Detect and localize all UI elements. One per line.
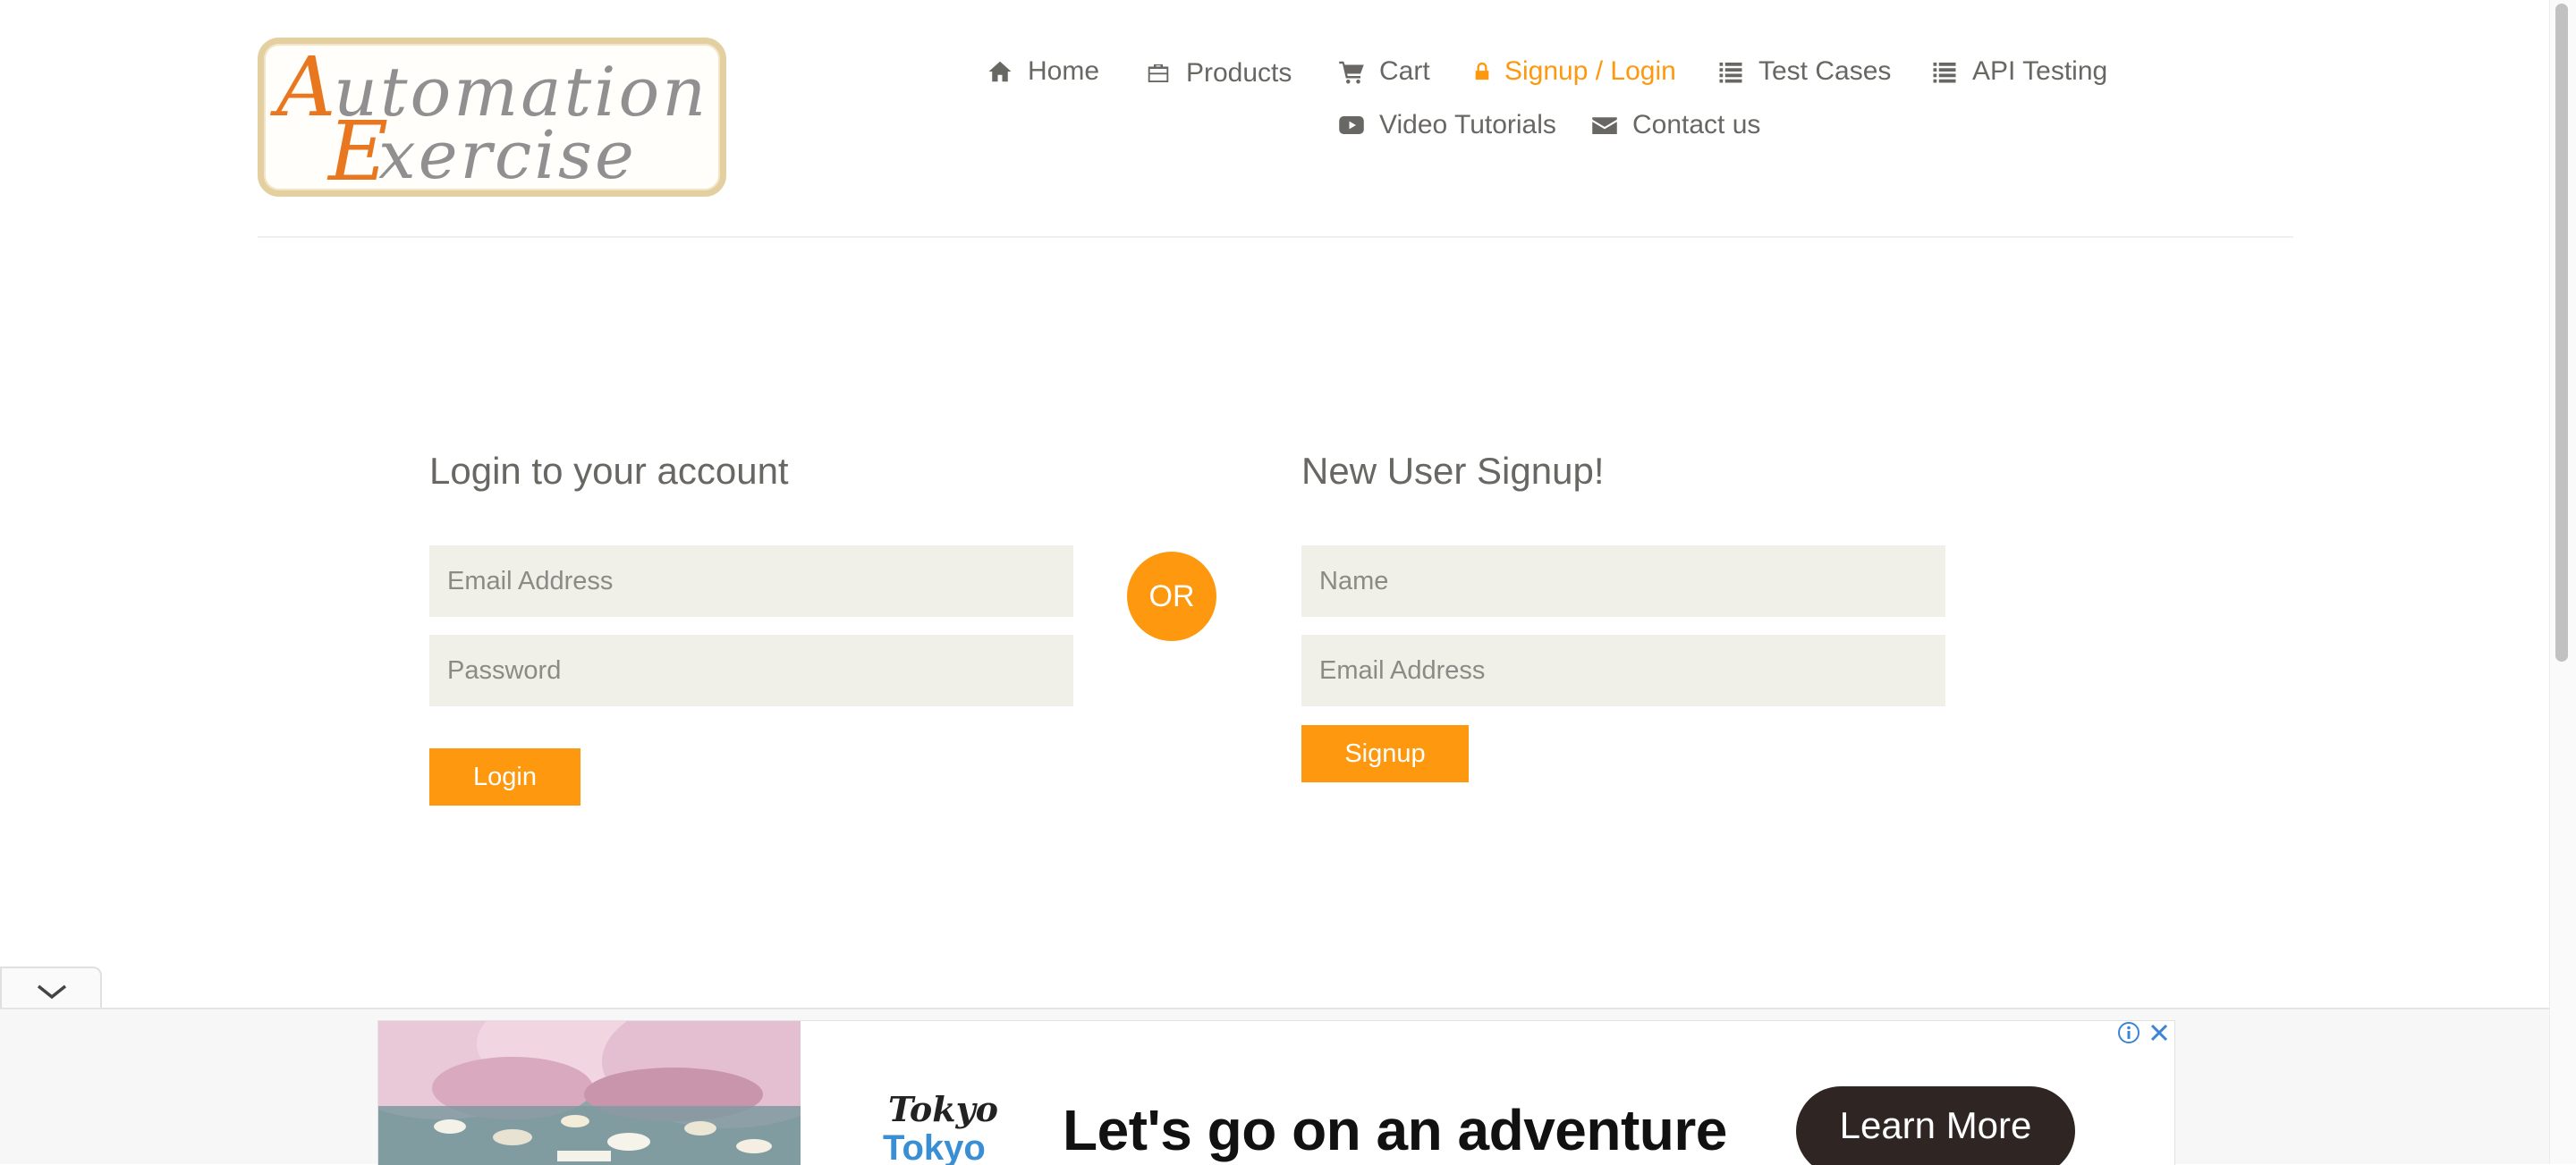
nav-cart-label: Cart (1379, 56, 1430, 86)
nav-products[interactable]: Products (1145, 55, 1292, 91)
ad-close-icon[interactable] (2148, 1021, 2171, 1044)
nav-contact-us[interactable]: Contact us (1591, 107, 1760, 143)
lock-icon (1475, 62, 1489, 80)
nav-video-tutorials[interactable]: Video Tutorials (1338, 107, 1556, 143)
ad-brand-logo[interactable]: Tokyo Tokyo (879, 1089, 1004, 1165)
youtube-play-icon (1339, 116, 1364, 134)
nav-signup-login[interactable]: Signup / Login (1472, 54, 1676, 89)
signup-button[interactable]: Signup (1301, 725, 1469, 782)
nav-signup-login-label: Signup / Login (1504, 56, 1676, 86)
nav-video-tutorials-label: Video Tutorials (1379, 110, 1556, 139)
nav-home-label: Home (1028, 56, 1100, 86)
signup-title: New User Signup! (1301, 450, 1605, 492)
header-divider (258, 236, 2293, 238)
envelope-icon (1592, 117, 1617, 134)
nav-cart[interactable]: Cart (1338, 54, 1430, 89)
ad-image-cherry-blossoms[interactable] (378, 1021, 801, 1165)
briefcase-icon (1148, 64, 1169, 82)
ad-collapse-tab[interactable] (0, 967, 102, 1009)
ad-info-icon[interactable] (2117, 1021, 2140, 1044)
nav-products-label: Products (1186, 58, 1292, 88)
ad-brand-bottom: Tokyo (883, 1128, 986, 1165)
nav-api-testing-label: API Testing (1972, 56, 2108, 86)
home-icon (988, 61, 1012, 82)
ad-headline[interactable]: Let's go on an adventure (1063, 1097, 1727, 1163)
ad-brand-top: Tokyo (888, 1089, 999, 1129)
or-badge: OR (1127, 552, 1216, 641)
ad-photo-graphic (378, 1021, 801, 1165)
logo-word-2: xercise (378, 117, 637, 190)
list-icon (1719, 63, 1742, 83)
nav-home[interactable]: Home (987, 54, 1099, 89)
ad-banner[interactable]: Tokyo Tokyo Let's go on an adventure Lea… (377, 1020, 2175, 1165)
login-password-input[interactable] (429, 635, 1073, 706)
signup-email-input[interactable] (1301, 635, 1945, 706)
login-title: Login to your account (429, 450, 789, 492)
logo-initial-a: A (269, 44, 335, 135)
page-scrollbar-thumb[interactable] (2555, 4, 2568, 662)
ad-learn-more-button[interactable]: Learn More (1796, 1086, 2075, 1165)
site-logo[interactable]: A utomation E xercise (258, 38, 726, 197)
nav-api-testing[interactable]: API Testing (1931, 54, 2107, 89)
logo-graphic: A utomation E xercise (269, 44, 706, 190)
nav-test-cases[interactable]: Test Cases (1717, 54, 1891, 89)
cart-icon (1339, 61, 1364, 84)
signup-name-input[interactable] (1301, 545, 1945, 617)
nav-contact-us-label: Contact us (1632, 110, 1761, 139)
nav-test-cases-label: Test Cases (1758, 56, 1892, 86)
login-button[interactable]: Login (429, 748, 580, 806)
list-icon (1933, 63, 1956, 83)
login-email-input[interactable] (429, 545, 1073, 617)
chevron-down-icon (37, 984, 67, 1000)
